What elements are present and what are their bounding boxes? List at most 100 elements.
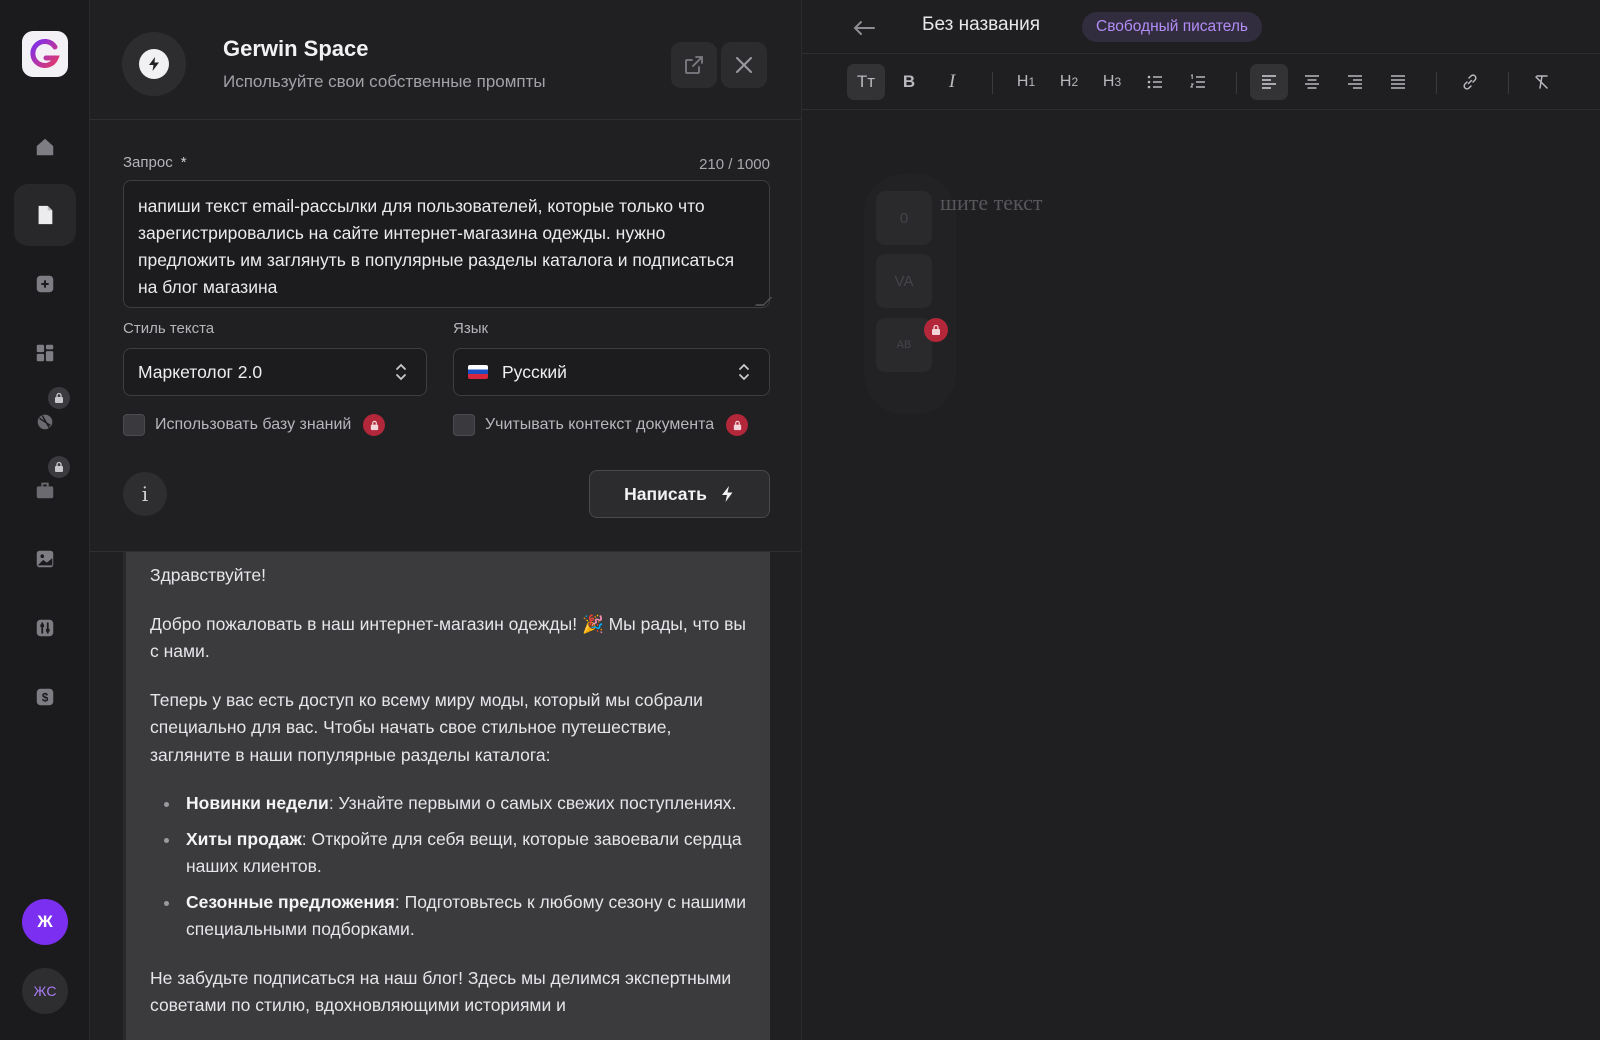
sidebar-item-locked-tool[interactable] bbox=[14, 387, 76, 452]
align-left-button[interactable] bbox=[1250, 64, 1288, 100]
user-avatar[interactable]: Ж bbox=[22, 899, 68, 945]
align-left-icon bbox=[1262, 75, 1276, 89]
heading1-button[interactable]: H1 bbox=[1007, 64, 1045, 100]
lock-icon bbox=[363, 414, 386, 436]
result-paragraph: Добро пожаловать в наш интернет-магазин … bbox=[150, 613, 746, 662]
sidebar-item-settings[interactable] bbox=[14, 597, 76, 659]
dollar-icon: $ bbox=[36, 688, 54, 706]
align-right-icon bbox=[1348, 75, 1362, 89]
format-toolbar: Tт B I H1 H2 H3 bbox=[802, 54, 1600, 110]
panel-header: Gerwin Space Используйте свои собственны… bbox=[90, 0, 801, 120]
generated-result: Здравствуйте! Добро пожаловать в наш инт… bbox=[123, 552, 770, 1040]
knowledge-base-checkbox[interactable]: Использовать базу знаний bbox=[123, 414, 386, 436]
home-icon bbox=[36, 138, 54, 156]
sidebar-item-locked-business[interactable] bbox=[14, 456, 76, 521]
lock-icon bbox=[924, 318, 948, 342]
bullet-list-button[interactable] bbox=[1136, 64, 1174, 100]
lock-icon bbox=[48, 456, 70, 478]
grid-icon bbox=[36, 344, 54, 362]
lang-label: Язык bbox=[453, 320, 489, 337]
list-item: Новинки недели: Узнайте первыми о самых … bbox=[162, 790, 746, 818]
lock-icon bbox=[726, 414, 749, 436]
plus-square-icon bbox=[36, 275, 54, 293]
sliders-icon bbox=[36, 619, 54, 637]
open-external-button[interactable] bbox=[671, 42, 717, 88]
back-arrow-icon[interactable] bbox=[850, 14, 878, 42]
align-justify-button[interactable] bbox=[1379, 64, 1417, 100]
image-icon bbox=[36, 550, 54, 568]
prompt-form: Запрос* 210 / 1000 Стиль текста Маркетол… bbox=[90, 120, 801, 552]
sidebar-item-add[interactable] bbox=[14, 253, 76, 315]
sidebar-item-home[interactable] bbox=[14, 116, 76, 178]
style-label: Стиль текста bbox=[123, 320, 215, 337]
document-title[interactable]: Без названия bbox=[922, 14, 1040, 36]
align-justify-icon bbox=[1391, 75, 1405, 89]
app-logo[interactable] bbox=[22, 31, 68, 77]
text-style-button[interactable]: Tт bbox=[847, 64, 885, 100]
prompt-label: Запрос * bbox=[123, 154, 187, 171]
external-link-icon bbox=[685, 56, 703, 74]
numbered-list-icon bbox=[1189, 74, 1205, 88]
lock-icon bbox=[48, 387, 70, 409]
logo-icon bbox=[30, 39, 60, 68]
sidebar-item-images[interactable] bbox=[14, 528, 76, 590]
tool-icon bbox=[122, 32, 186, 96]
ball-icon bbox=[37, 414, 53, 430]
close-icon bbox=[736, 57, 752, 73]
prompt-input[interactable] bbox=[123, 180, 770, 308]
result-paragraph: Теперь у вас есть доступ ко всему миру м… bbox=[150, 689, 703, 765]
toolbar-divider bbox=[1236, 72, 1237, 94]
align-right-button[interactable] bbox=[1336, 64, 1374, 100]
write-button[interactable]: Написать bbox=[589, 470, 770, 518]
document-context-label: Учитывать контекст документа bbox=[485, 416, 715, 433]
result-paragraph: Не забудьте подписаться на наш блог! Зде… bbox=[150, 967, 732, 1016]
language-select-value: Русский bbox=[502, 361, 567, 382]
briefcase-icon bbox=[36, 482, 54, 499]
kerning-icon: VA bbox=[894, 272, 914, 290]
panel-subtitle: Используйте свои собственные промпты bbox=[223, 72, 546, 91]
style-select-value: Маркетолог 2.0 bbox=[138, 361, 263, 382]
info-button[interactable]: i bbox=[123, 472, 167, 516]
kerning-button[interactable]: VA bbox=[876, 254, 932, 308]
russian-flag-icon bbox=[468, 365, 488, 379]
bold-button[interactable]: B bbox=[890, 64, 928, 100]
italic-button[interactable]: I bbox=[933, 64, 971, 100]
heading3-button[interactable]: H3 bbox=[1093, 64, 1131, 100]
checkbox-box[interactable] bbox=[453, 414, 475, 436]
numbered-list-button[interactable] bbox=[1179, 64, 1217, 100]
chevron-updown-icon bbox=[396, 363, 406, 381]
toolbar-divider bbox=[1508, 72, 1509, 94]
panel-title: Gerwin Space bbox=[223, 36, 369, 61]
clear-format-icon bbox=[1535, 75, 1548, 89]
required-marker: * bbox=[180, 154, 187, 171]
svg-text:$: $ bbox=[42, 691, 49, 705]
language-select[interactable]: Русский bbox=[453, 348, 770, 396]
sidebar-item-documents[interactable] bbox=[14, 184, 76, 246]
word-count-button[interactable]: 0 bbox=[876, 191, 932, 245]
lightning-icon bbox=[149, 57, 159, 71]
document-icon bbox=[38, 205, 53, 225]
clear-format-button[interactable] bbox=[1523, 64, 1561, 100]
align-center-icon bbox=[1305, 75, 1319, 89]
document-editor: Без названия Свободный писатель Tт B I H… bbox=[802, 0, 1600, 1040]
workspace-avatar[interactable]: ЖС bbox=[22, 968, 68, 1014]
document-context-checkbox[interactable]: Учитывать контекст документа bbox=[453, 414, 749, 436]
toolbar-divider bbox=[1436, 72, 1437, 94]
editor-placeholder[interactable]: шите текст bbox=[940, 190, 1043, 216]
link-button[interactable] bbox=[1451, 64, 1489, 100]
style-select[interactable]: Маркетолог 2.0 bbox=[123, 348, 427, 396]
prompt-panel: Gerwin Space Используйте свои собственны… bbox=[90, 0, 802, 1040]
result-greeting: Здравствуйте! bbox=[150, 565, 266, 585]
result-list: Новинки недели: Узнайте первыми о самых … bbox=[162, 790, 746, 944]
checkbox-box[interactable] bbox=[123, 414, 145, 436]
heading2-button[interactable]: H2 bbox=[1050, 64, 1088, 100]
sidebar-item-apps[interactable] bbox=[14, 322, 76, 384]
lightning-icon bbox=[721, 486, 733, 502]
sidebar-item-billing[interactable]: $ bbox=[14, 666, 76, 728]
mode-badge[interactable]: Свободный писатель bbox=[1082, 12, 1262, 42]
sidebar-rail: $ Ж ЖС bbox=[0, 0, 90, 1040]
align-center-button[interactable] bbox=[1293, 64, 1331, 100]
bullet-list-icon bbox=[1147, 75, 1162, 89]
knowledge-base-label: Использовать базу знаний bbox=[155, 416, 352, 433]
close-button[interactable] bbox=[721, 42, 767, 88]
